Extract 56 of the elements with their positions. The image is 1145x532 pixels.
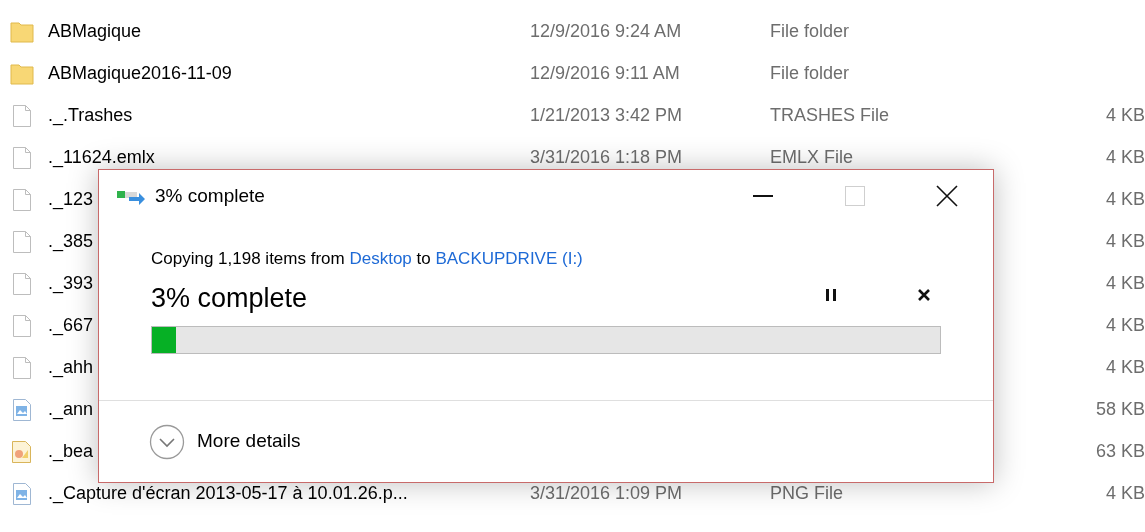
folder-icon [10,62,34,86]
minimize-icon [753,195,773,197]
file-size: 63 KB [1095,441,1145,462]
drawing-file-icon [10,440,34,464]
date-modified: 3/31/2016 1:18 PM [530,147,683,168]
file-icon [10,188,34,212]
close-icon [936,185,958,207]
file-size: 4 KB [1105,315,1145,336]
file-type: File folder [770,63,850,84]
location-link[interactable]: BACKUPDRIVE (I:) [435,249,583,268]
file-icon [10,230,34,254]
pause-icon [825,287,837,302]
location-link[interactable]: Desktop [349,249,412,268]
maximize-icon [845,186,865,206]
file-name: ._bea [48,441,94,462]
file-size: 4 KB [1105,357,1145,378]
file-name: ._123 [48,189,94,210]
date-modified: 12/9/2016 9:11 AM [530,63,680,84]
file-type: TRASHES File [770,105,890,126]
file-size: 4 KB [1105,147,1145,168]
date-modified: 12/9/2016 9:24 AM [530,21,682,42]
file-name: ._.Trashes [48,105,133,126]
image-file-icon [10,398,34,422]
file-icon [10,272,34,296]
file-name: ._ahh [48,357,94,378]
window-title: 3% complete [155,184,265,206]
file-name: ._393 [48,273,94,294]
chevron-icon [149,423,185,460]
file-size: 4 KB [1105,189,1145,210]
copy-message: Copying 1,198 items from Desktop to BACKUPDRIVE (I:) [151,248,584,270]
file-type: PNG File [770,483,843,504]
date-modified: 1/21/2013 3:42 PM [530,105,683,126]
file-icon [10,104,34,128]
file-size: 4 KB [1105,105,1145,126]
file-name: ._667 [48,315,94,336]
file-name: ABMagique2016-11-09 [48,63,232,84]
file-size: 4 KB [1105,483,1145,504]
file-icon [10,356,34,380]
cancel-icon [917,287,931,302]
progress-status: 3% complete [151,282,308,313]
file-name: ._385 [48,231,94,252]
file-size: 58 KB [1095,399,1145,420]
file-type: File folder [770,21,850,42]
folder-icon [10,20,34,44]
file-icon [10,146,34,170]
file-name: ._11624.emlx [48,147,155,168]
file-type: EMLX File [770,147,854,168]
file-size: 4 KB [1105,273,1145,294]
file-size: 4 KB [1105,231,1145,252]
file-name: ._Capture d'écran 2013-05-17 à 10.01.26.p... [48,483,408,504]
more-details-toggle[interactable]: More details [149,423,301,460]
date-modified: 3/31/2016 1:09 PM [530,483,683,504]
file-icon [10,314,34,338]
image-file-icon [10,482,34,506]
file-name: ._ann [48,399,94,420]
file-name: ABMagique [48,21,142,42]
